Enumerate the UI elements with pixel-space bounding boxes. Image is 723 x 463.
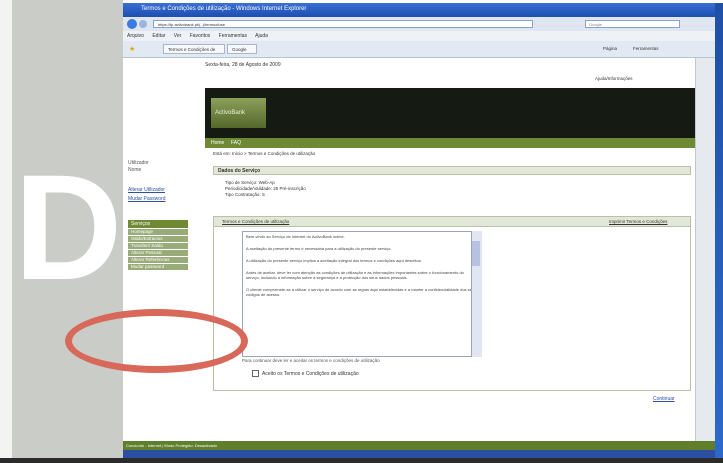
service-section-title: Dados do Serviço: [213, 166, 691, 175]
service-item[interactable]: Saldo/Extractos: [128, 236, 188, 242]
taskbar: [123, 450, 715, 458]
menu-edit[interactable]: Editar: [152, 33, 165, 39]
change-user-link[interactable]: Alterar Utilizador: [128, 186, 166, 195]
magazine-section-letter: D: [14, 143, 123, 311]
forward-icon[interactable]: [139, 20, 147, 28]
web-page: Sexta-feira, 28 de Agosto de 2009 Ajuda/…: [123, 58, 695, 441]
service-item[interactable]: Mudar password: [128, 264, 188, 270]
print-terms-button[interactable]: Imprimir Termos e Condições: [609, 218, 667, 225]
menu-file[interactable]: Arquivo: [127, 33, 144, 39]
nav-home[interactable]: Home: [211, 140, 224, 146]
terms-paragraph: A aceitação do presente termo é necessár…: [246, 246, 392, 251]
menu-help[interactable]: Ajuda: [255, 33, 268, 39]
accept-terms-label[interactable]: Aceito os Termos e Condições de utilizaç…: [262, 371, 359, 377]
terms-header: Termos e Condições de utilização Imprimi…: [214, 217, 690, 227]
services-header: Serviços: [128, 220, 188, 228]
tools-menu[interactable]: Ferramentas: [633, 46, 659, 51]
monitor-bezel: [0, 458, 723, 463]
terms-panel: Termos e Condições de utilização Imprimi…: [213, 216, 691, 391]
header-nav: Home FAQ: [205, 138, 695, 148]
url-input[interactable]: https://fp.activobank.pt/(..)/termsofuse: [153, 20, 533, 28]
tab-bar: ★ Termos e Condições de ... Google Págin…: [123, 41, 715, 62]
page-scrollbar[interactable]: [695, 58, 715, 441]
service-item[interactable]: Alterar Pessoal: [128, 250, 188, 256]
window-title: Termos e Condições de utilização - Windo…: [141, 6, 307, 12]
accept-terms-checkbox[interactable]: [252, 370, 259, 377]
user-label: Utilizador: [128, 160, 149, 166]
tab-terms[interactable]: Termos e Condições de ...: [163, 44, 225, 62]
terms-tab[interactable]: Termos e Condições de utilização: [222, 218, 289, 225]
highlight-ellipse: [65, 309, 248, 373]
terms-paragraph: A utilização do presente serviço implica…: [246, 258, 422, 263]
user-box: Utilizador Nome: [128, 160, 149, 174]
title-bar: Termos e Condições de utilização - Windo…: [123, 3, 715, 17]
service-item[interactable]: Transferir Saldo: [128, 243, 188, 249]
magazine-page-edge: [0, 0, 12, 463]
bank-logo[interactable]: ActivoBank: [211, 98, 266, 128]
back-icon[interactable]: [127, 19, 137, 29]
account-links: Alterar Utilizador Mudar Password: [128, 186, 166, 204]
terms-scroll-thumb[interactable]: [472, 241, 480, 266]
status-bar: Concluído - Internet | Modo Protegido: D…: [123, 441, 715, 450]
header-banner: ActivoBank: [205, 88, 695, 138]
tab-google[interactable]: Google: [227, 44, 257, 54]
menu-view[interactable]: Ver: [174, 33, 182, 39]
browser-window: Termos e Condições de utilização - Windo…: [123, 3, 715, 458]
terms-paragraph: Bem-vindo ao Serviço de Internet do Acti…: [246, 234, 345, 239]
service-item[interactable]: Alterar Referências: [128, 257, 188, 263]
service-info: Tipo de Serviço: Web-Ap Periodicidade/Va…: [225, 180, 306, 198]
address-bar: https://fp.activobank.pt/(..)/termsofuse…: [123, 17, 715, 31]
terms-paragraph: O cliente compromete-se a utilizar o ser…: [246, 287, 477, 297]
help-link[interactable]: Ajuda/Informações: [595, 76, 633, 81]
continue-link[interactable]: Continuar: [653, 396, 675, 402]
terms-text-area[interactable]: Bem-vindo ao Serviço de Internet do Acti…: [242, 231, 482, 357]
service-info-line: Tipo Contratação: S: [225, 192, 265, 197]
accept-row: Aceito os Termos e Condições de utilizaç…: [252, 370, 359, 377]
terms-paragraph: Antes de aceitar, deve ler com atenção a…: [246, 270, 464, 280]
main-content: Dados do Serviço Tipo de Serviço: Web-Ap…: [213, 166, 691, 426]
menu-bar: Arquivo Editar Ver Favoritos Ferramentas…: [123, 31, 715, 41]
nav-faq[interactable]: FAQ: [231, 140, 241, 146]
menu-favorites[interactable]: Favoritos: [190, 33, 211, 39]
services-menu: Homepage Saldo/Extractos Transferir Sald…: [128, 229, 188, 271]
search-input[interactable]: Google: [585, 20, 680, 28]
desktop-sidebar: [715, 3, 723, 458]
user-name: Nome: [128, 167, 142, 173]
change-password-link[interactable]: Mudar Password: [128, 195, 166, 204]
page-menu[interactable]: Página: [603, 46, 617, 51]
date-text: Sexta-feira, 28 de Agosto de 2009: [205, 62, 281, 68]
accept-instruction: Para continuar deve ler e aceitar os ter…: [242, 358, 380, 363]
favorites-star-icon[interactable]: ★: [129, 45, 135, 53]
menu-tools[interactable]: Ferramentas: [219, 33, 247, 39]
service-item[interactable]: Homepage: [128, 229, 188, 235]
breadcrumb: Está em: Início > Termos e Condições de …: [213, 151, 316, 156]
